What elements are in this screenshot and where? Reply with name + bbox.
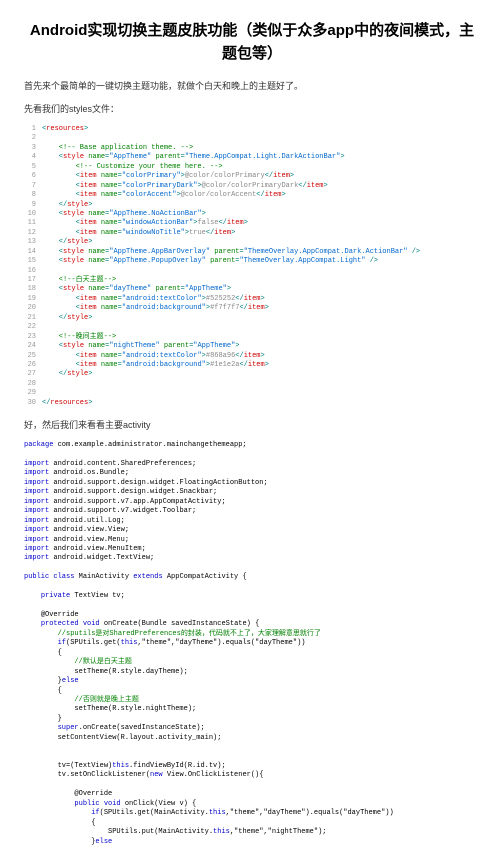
java-code-block: package com.example.administrator.mainch… [24, 441, 480, 847]
paragraph-3: 好，然后我们来看看主要activity [24, 418, 480, 431]
paragraph-1: 首先来个最简单的一键切换主题功能，就做个白天和晚上的主题好了。 [24, 79, 480, 92]
paragraph-2: 先看我们的styles文件： [24, 102, 480, 115]
xml-code-block: 1<resources>23 <!-- Base application the… [24, 125, 480, 408]
page-title: Android实现切换主题皮肤功能（类似于众多app中的夜间模式，主题包等） [24, 20, 480, 65]
